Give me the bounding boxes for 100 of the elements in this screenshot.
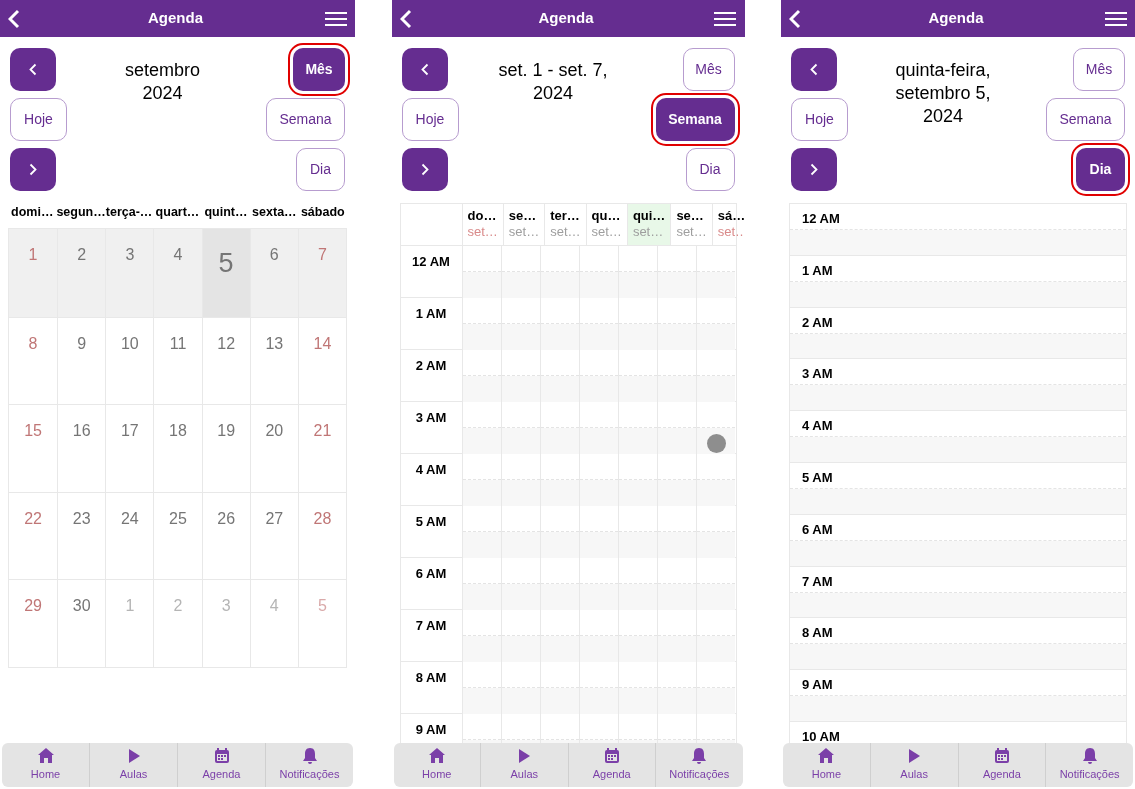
nav-item[interactable]: Aulas <box>89 743 177 787</box>
today-button[interactable]: Hoje <box>10 98 67 141</box>
weekday-header: segun… <box>56 204 105 221</box>
view-button[interactable]: Dia <box>296 148 345 191</box>
day-cell[interactable]: 16 <box>57 405 106 492</box>
nav-item[interactable]: Agenda <box>567 743 655 787</box>
day-number: 16 <box>72 421 91 440</box>
day-cell[interactable]: 17 <box>105 405 154 492</box>
weekday-header: sexta… <box>251 204 298 221</box>
day-cell[interactable]: 5 <box>201 229 250 317</box>
hour-label: 1 AM <box>414 305 448 323</box>
day-cell[interactable]: 18 <box>153 405 202 492</box>
weekday-header: domi… <box>10 204 55 221</box>
day-number: 2 <box>173 596 183 615</box>
day-cell[interactable]: 8 <box>9 317 58 405</box>
weekday-header: quart… <box>154 204 201 221</box>
today-button[interactable]: Hoje <box>791 98 848 141</box>
menu-icon <box>1105 10 1127 27</box>
view-button[interactable]: Mês <box>1073 48 1125 91</box>
day-number: 5 <box>218 247 234 275</box>
chevron-left-icon <box>420 63 429 76</box>
view-button[interactable]: Semana <box>266 98 345 141</box>
day-cell[interactable]: 6 <box>249 229 298 317</box>
day-cell[interactable]: 21 <box>297 405 346 492</box>
nav-item[interactable]: Notificações <box>1045 743 1133 787</box>
menu-icon <box>714 10 737 27</box>
today-button[interactable]: Hoje <box>401 98 459 141</box>
day-date: set… <box>632 224 665 240</box>
hour-label: 3 AM <box>802 365 833 384</box>
day-cell[interactable]: 2 <box>57 229 106 317</box>
next-button[interactable] <box>10 148 56 191</box>
hour-label: 2 AM <box>414 357 448 375</box>
day-cell[interactable]: 29 <box>9 580 58 667</box>
day-number: 13 <box>265 333 284 352</box>
nav-item[interactable]: Agenda <box>177 743 265 787</box>
hour-label: 9 AM <box>802 676 833 695</box>
next-button[interactable] <box>401 148 448 191</box>
chevron-left-icon <box>810 63 818 76</box>
back-icon <box>399 8 412 29</box>
day-cell[interactable]: 3 <box>105 229 154 317</box>
day-number: 5 <box>317 596 327 615</box>
nav-item[interactable]: Aulas <box>480 743 568 787</box>
day-cell[interactable]: 7 <box>297 229 346 317</box>
day-cell[interactable]: 1 <box>9 229 58 317</box>
hour-label: 2 AM <box>802 313 833 332</box>
day-number: 17 <box>120 421 139 440</box>
day-number: 26 <box>217 508 236 527</box>
day-cell[interactable]: 22 <box>9 492 58 580</box>
day-number: 6 <box>269 245 279 263</box>
day-number: 2 <box>77 245 87 263</box>
day-cell[interactable]: 15 <box>9 405 58 492</box>
previous-button[interactable] <box>791 48 837 91</box>
calendar-icon <box>602 747 621 766</box>
day-cell[interactable]: 4 <box>153 229 202 317</box>
day-number: 15 <box>24 421 42 440</box>
previous-button[interactable] <box>10 48 56 91</box>
hour-label: 8 AM <box>802 624 833 643</box>
screen-title: Agenda <box>538 8 594 29</box>
back-icon <box>8 8 20 29</box>
weekday-name: se… <box>676 208 705 224</box>
day-number: 27 <box>265 508 284 527</box>
time-slot[interactable] <box>697 428 736 454</box>
bell-icon <box>300 747 319 766</box>
screen-title: Agenda <box>148 8 203 29</box>
day-cell[interactable]: 20 <box>249 405 298 492</box>
menu-button[interactable] <box>325 9 347 28</box>
bell-icon <box>690 747 709 766</box>
view-button[interactable]: Dia <box>685 148 735 191</box>
view-button[interactable]: Mês <box>682 48 735 91</box>
day-date: set… <box>508 224 540 240</box>
day-number: 19 <box>217 421 236 440</box>
nav-item[interactable]: Notificações <box>655 743 743 787</box>
day-cell[interactable]: 30 <box>57 580 106 667</box>
menu-icon <box>325 10 347 27</box>
menu-button[interactable] <box>1105 9 1127 28</box>
next-button[interactable] <box>791 148 837 191</box>
nav-item[interactable]: Home <box>783 743 870 787</box>
nav-item[interactable]: Notificações <box>265 743 353 787</box>
weekday-name: qu… <box>591 208 622 224</box>
nav-item[interactable]: Aulas <box>869 743 958 787</box>
day-number: 9 <box>77 333 87 352</box>
day-number: 20 <box>265 421 284 440</box>
day-date: set… <box>550 224 581 240</box>
home-icon <box>427 747 446 766</box>
nav-item[interactable]: Home <box>393 743 480 787</box>
day-number: 25 <box>169 508 187 527</box>
weekday-name: qui… <box>632 208 666 224</box>
chevron-right-icon <box>810 163 818 176</box>
view-button[interactable]: Semana <box>1046 98 1125 141</box>
date-range-title: setembro 2024 <box>123 59 201 105</box>
menu-button[interactable] <box>714 9 737 28</box>
calendar-icon <box>212 747 231 766</box>
previous-button[interactable] <box>401 48 448 91</box>
nav-item[interactable]: Agenda <box>957 743 1046 787</box>
day-cell[interactable]: 19 <box>201 405 250 492</box>
nav-item[interactable]: Home <box>2 743 89 787</box>
weekday-header: sábado <box>299 204 346 221</box>
day-number: 8 <box>28 333 38 352</box>
calendar-icon <box>992 747 1011 766</box>
day-number: 4 <box>173 245 183 263</box>
